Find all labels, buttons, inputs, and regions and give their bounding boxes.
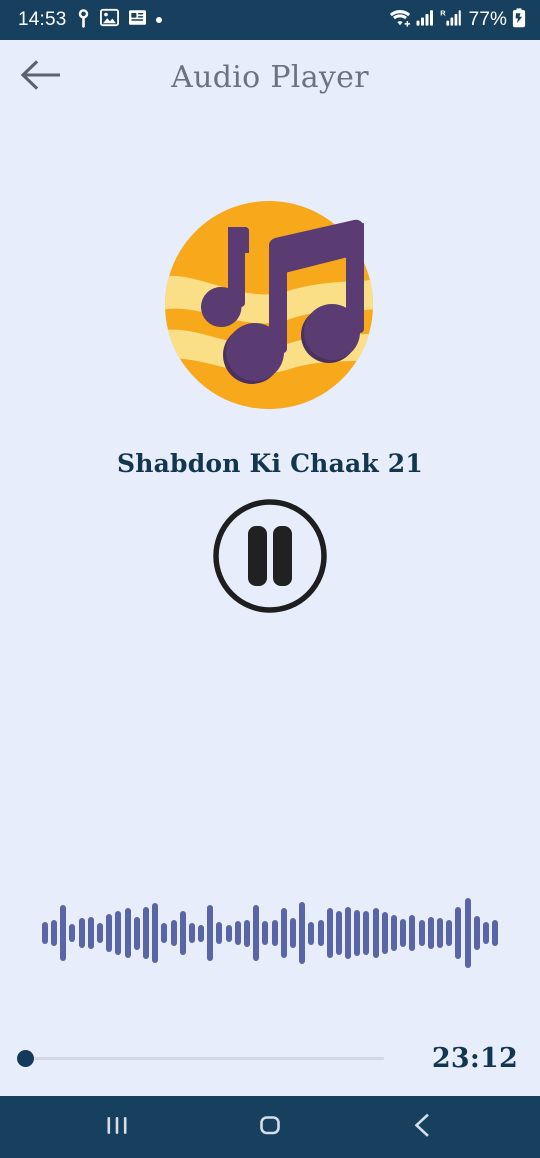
battery-charging-icon [512, 7, 526, 33]
back-button[interactable] [12, 50, 68, 106]
page-title: Audio Player [171, 60, 369, 95]
waveform-bar [97, 923, 104, 943]
waveform-bar [317, 920, 324, 946]
waveform-bar [436, 918, 443, 948]
recents-icon [102, 1110, 132, 1145]
app-bar: Audio Player [0, 40, 540, 115]
pause-button[interactable] [208, 496, 332, 620]
audio-waveform[interactable] [0, 890, 540, 976]
chevron-left-icon [408, 1110, 438, 1145]
seek-bar-row: 23:12 [0, 1020, 540, 1096]
location-pin-icon [76, 8, 91, 33]
waveform-bar [409, 915, 416, 951]
waveform-bar [133, 916, 140, 950]
waveform-bar [391, 915, 398, 951]
waveform-bar [400, 919, 407, 947]
recents-button[interactable] [82, 1096, 152, 1158]
waveform-bar [418, 920, 425, 946]
waveform-bar [308, 921, 315, 945]
roaming-signal-icon: R [440, 8, 461, 32]
waveform-bar [244, 919, 251, 947]
seek-track [25, 1056, 384, 1060]
arrow-left-icon [20, 58, 61, 97]
waveform-bar [188, 923, 195, 943]
waveform-bar [372, 908, 379, 958]
waveform-bar [299, 902, 306, 964]
waveform-bar [455, 907, 462, 959]
duration-label: 23:12 [431, 1042, 518, 1074]
dot-icon [155, 17, 162, 23]
waveform-bar [142, 907, 149, 959]
waveform-bar [446, 920, 453, 946]
player-content: Shabdon Ki Chaak 21 [0, 115, 540, 1020]
waveform-bar [51, 920, 58, 946]
waveform-bar [161, 923, 168, 943]
waveform-bar [363, 911, 370, 955]
waveform-bar [326, 908, 333, 958]
pause-icon [210, 496, 330, 621]
seek-thumb[interactable] [17, 1049, 34, 1067]
waveform-bar [492, 920, 499, 946]
waveform-bar [106, 914, 113, 952]
waveform-bar [262, 921, 269, 945]
audio-player-screen: 14:53 R 77% Audio Player Shabdon Ki Chaa… [0, 0, 540, 1158]
image-icon [99, 8, 119, 32]
status-clock: 14:53 [18, 9, 67, 30]
status-bar: 14:53 R 77% [0, 0, 540, 40]
battery-percent-label: 77% [468, 9, 507, 30]
waveform-bar [289, 918, 296, 948]
seek-slider[interactable] [14, 1043, 414, 1073]
waveform-bar [234, 921, 241, 945]
waveform-bar [124, 908, 131, 958]
waveform-bar [41, 922, 48, 944]
waveform-bar [381, 912, 388, 954]
waveform-bar [170, 920, 177, 946]
system-navigation-bar [0, 1096, 540, 1158]
waveform-bar [207, 905, 214, 961]
waveform-bar [216, 922, 223, 944]
track-title: Shabdon Ki Chaak 21 [117, 449, 423, 478]
waveform-bar [69, 924, 76, 942]
wifi-icon [389, 8, 411, 32]
waveform-bar [115, 911, 122, 955]
waveform-bar [179, 911, 186, 955]
home-icon [255, 1110, 285, 1145]
back-nav-button[interactable] [388, 1096, 458, 1158]
waveform-bar [271, 920, 278, 946]
status-bar-left: 14:53 [18, 8, 162, 33]
music-note-logo [158, 189, 382, 413]
waveform-bar [335, 911, 342, 955]
waveform-bar [253, 905, 260, 961]
waveform-bar [345, 907, 352, 959]
waveform-bar [354, 910, 361, 956]
waveform-bar [225, 924, 232, 942]
svg-text:R: R [440, 9, 446, 18]
waveform-bar [464, 898, 471, 968]
waveform-bar [198, 924, 205, 942]
waveform-bar [152, 903, 159, 963]
waveform-bar [280, 908, 287, 958]
waveform-bar [427, 917, 434, 949]
waveform-bar [87, 917, 94, 949]
waveform-bar [473, 916, 480, 950]
waveform-bar [60, 905, 67, 961]
news-icon [128, 8, 147, 32]
status-bar-right: R 77% [389, 7, 526, 33]
waveform-bar [482, 922, 489, 944]
home-button[interactable] [235, 1096, 305, 1158]
waveform-bar [78, 918, 85, 948]
signal-bars-icon [416, 8, 435, 32]
